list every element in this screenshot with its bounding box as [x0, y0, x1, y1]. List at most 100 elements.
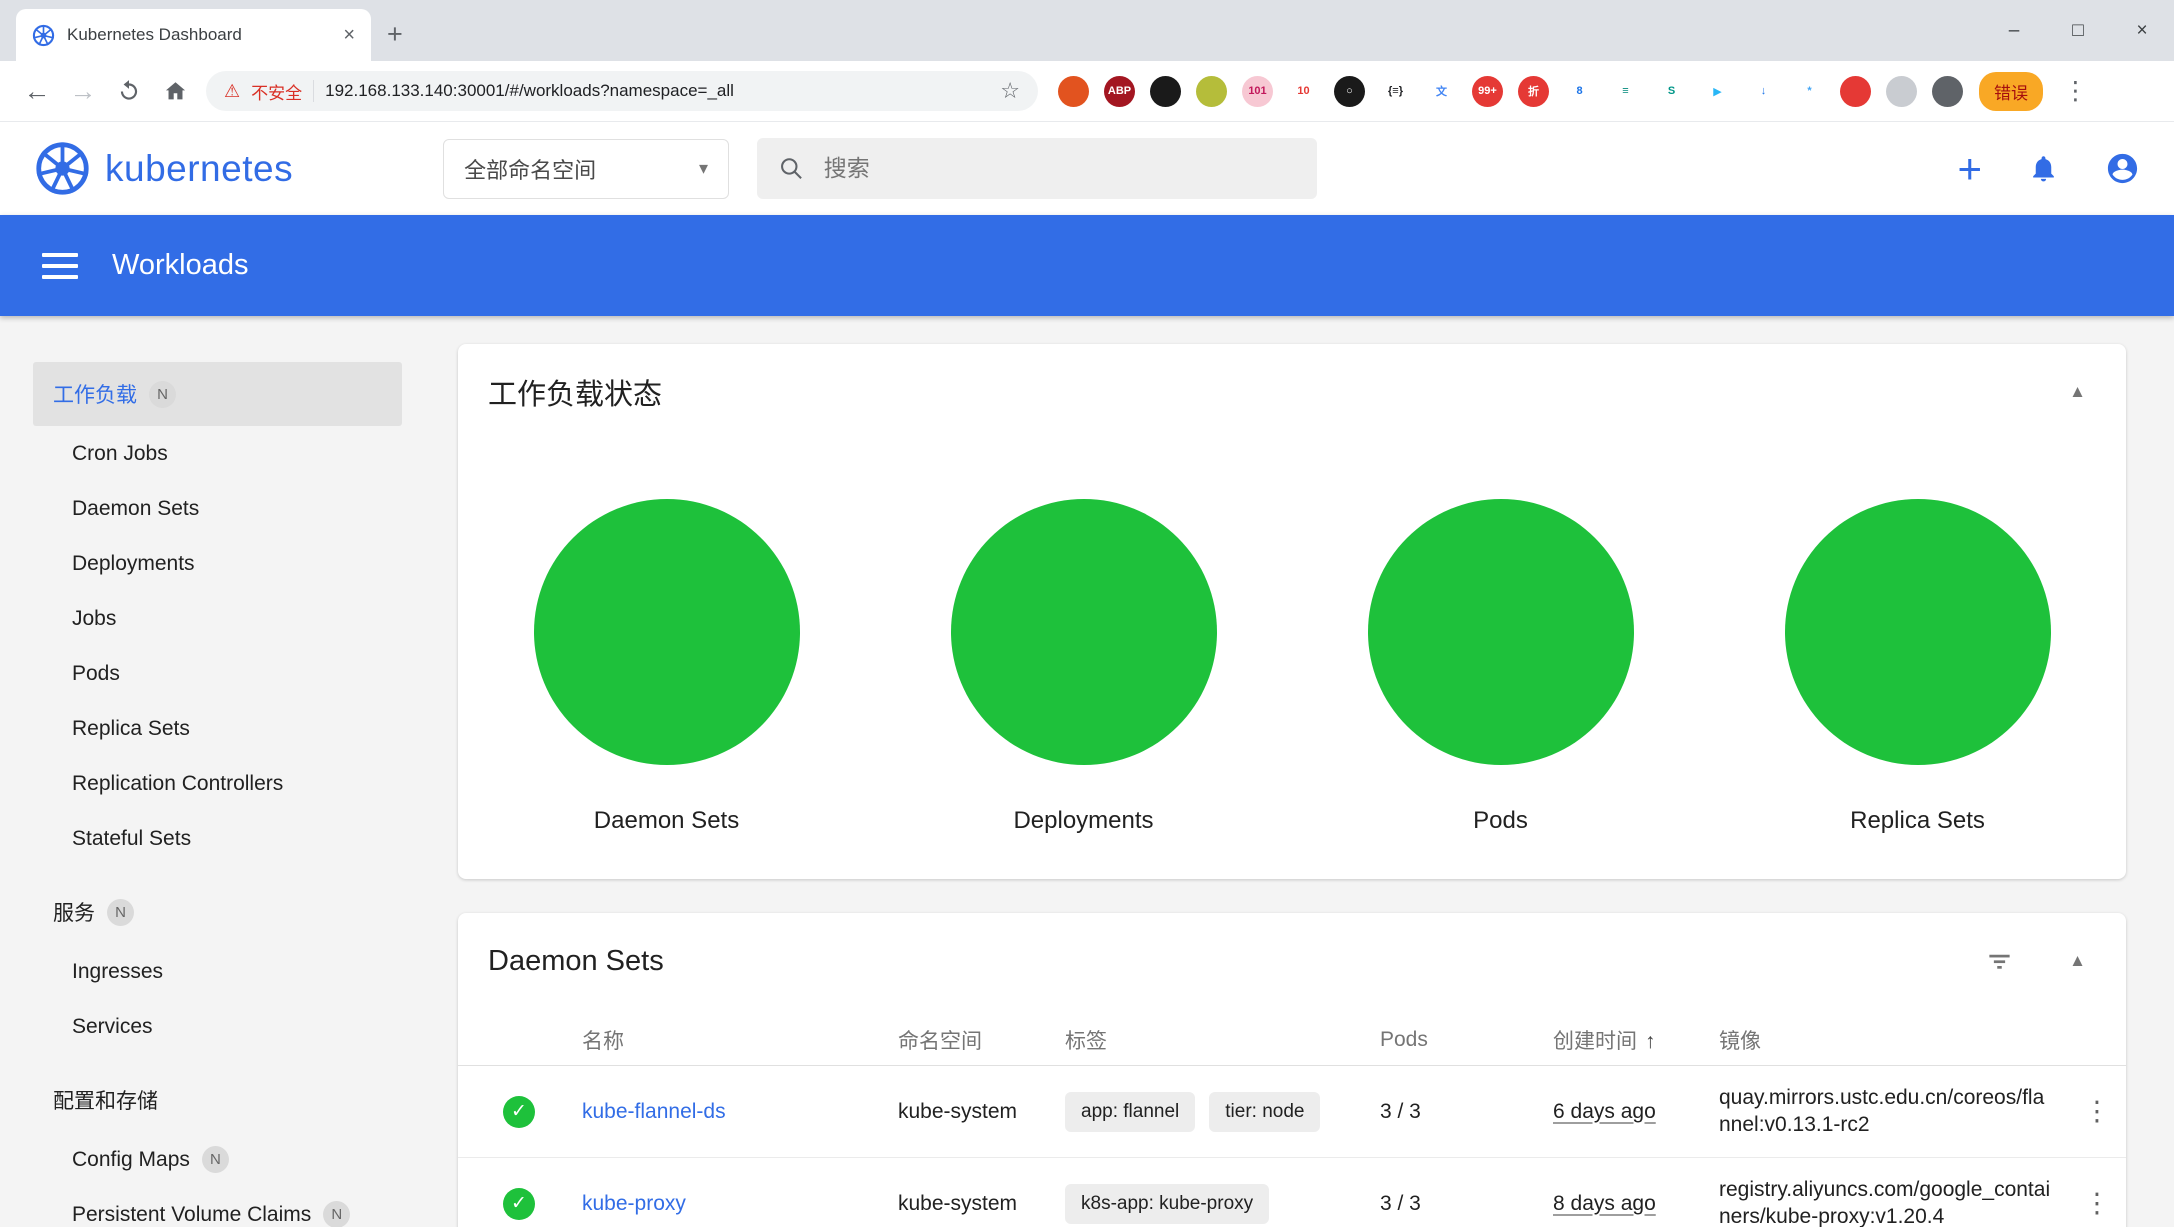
kubernetes-wheel-icon	[34, 140, 91, 197]
sidebar-item[interactable]: Jobs	[33, 591, 402, 646]
sidebar-item-label: 服务	[53, 897, 95, 927]
images-column-header[interactable]: 镜像	[1719, 1025, 2068, 1055]
maximize-button[interactable]: □	[2046, 0, 2110, 61]
name-column-header[interactable]: 名称	[582, 1025, 898, 1055]
sidebar-item[interactable]: Ingresses	[33, 944, 402, 999]
label-chip: tier: node	[1209, 1092, 1320, 1132]
namespace-selector[interactable]: 全部命名空间 ▾	[443, 139, 729, 199]
extension-icon[interactable]	[1886, 76, 1917, 107]
extension-icon[interactable]: ≡	[1610, 76, 1641, 107]
extension-icon[interactable]: S	[1656, 76, 1687, 107]
extension-icon[interactable]	[1058, 76, 1089, 107]
extension-icon[interactable]: ABP	[1104, 76, 1135, 107]
extension-icon[interactable]: 8	[1564, 76, 1595, 107]
pods-column-header[interactable]: Pods	[1380, 1028, 1553, 1052]
refresh-icon	[116, 78, 142, 104]
extension-icon[interactable]: 文	[1426, 76, 1457, 107]
hamburger-icon	[42, 253, 78, 257]
sidebar-item[interactable]: Cron Jobs	[33, 426, 402, 481]
table-row: ✓ kube-proxy kube-system k8s-app: kube-p…	[458, 1158, 2126, 1227]
extension-icon[interactable]	[1932, 76, 1963, 107]
home-icon	[162, 78, 189, 105]
extensions-row: ABP 101 10 ○ {≡} 文 99+ 折8 ≡ S ▶ ↓ *	[1058, 76, 1963, 107]
security-warning-label[interactable]: 不安全	[251, 79, 302, 104]
security-warning-icon[interactable]: ⚠	[224, 81, 240, 102]
labels-column-header[interactable]: 标签	[1065, 1025, 1380, 1055]
notifications-button[interactable]	[2028, 153, 2059, 184]
sidebar-item-label: Deployments	[72, 552, 195, 576]
age-cell: 8 days ago	[1553, 1192, 1656, 1215]
extension-icon[interactable]	[1196, 76, 1227, 107]
address-bar[interactable]: ⚠ 不安全 192.168.133.140:30001/#/workloads?…	[206, 71, 1038, 111]
created-column-header[interactable]: 创建时间↑	[1553, 1025, 1719, 1055]
extension-icon[interactable]	[1840, 76, 1871, 107]
sidebar-item-label: Services	[72, 1015, 153, 1039]
new-tab-button[interactable]: +	[387, 21, 403, 48]
collapse-button[interactable]: ▲	[2069, 951, 2086, 971]
browser-tab[interactable]: Kubernetes Dashboard ×	[16, 9, 371, 61]
extension-icon[interactable]: 99+	[1472, 76, 1503, 107]
sidebar-item-label: 配置和存储	[53, 1085, 158, 1115]
sidebar-item[interactable]: 配置和存储	[33, 1068, 402, 1132]
sidebar-item[interactable]: Replica Sets	[33, 701, 402, 756]
namespace-selected-value: 全部命名空间	[464, 153, 596, 185]
sidebar-item[interactable]: Config Maps N	[33, 1132, 402, 1187]
resource-link[interactable]: kube-flannel-ds	[582, 1100, 898, 1124]
menu-toggle-button[interactable]	[42, 253, 78, 279]
sidebar-item[interactable]: Daemon Sets	[33, 481, 402, 536]
row-menu-button[interactable]: ⋮	[2084, 1188, 2111, 1219]
status-donut-label: Daemon Sets	[594, 807, 739, 835]
search-input[interactable]	[824, 155, 1295, 182]
sidebar-item[interactable]: Replication Controllers	[33, 756, 402, 811]
sidebar-item-label: Ingresses	[72, 960, 163, 984]
sidebar-item-label: Config Maps	[72, 1148, 190, 1172]
bookmark-star-icon[interactable]: ☆	[1000, 78, 1020, 104]
status-ok-icon: ✓	[503, 1188, 535, 1220]
chevron-down-icon: ▾	[699, 158, 708, 179]
namespace-cell: kube-system	[898, 1100, 1065, 1124]
extension-icon[interactable]: 10	[1288, 76, 1319, 107]
extension-icon[interactable]: *	[1794, 76, 1825, 107]
resource-link[interactable]: kube-proxy	[582, 1192, 898, 1216]
sidebar-item[interactable]: Persistent Volume Claims N	[33, 1187, 402, 1227]
table-header-row: 名称 命名空间 标签 Pods 创建时间↑ 镜像	[458, 1014, 2126, 1066]
home-button[interactable]	[152, 68, 198, 114]
extension-icon[interactable]: 折	[1518, 76, 1549, 107]
extension-icon[interactable]: 101	[1242, 76, 1273, 107]
refresh-button[interactable]	[106, 68, 152, 114]
sidebar-item[interactable]: Services	[33, 999, 402, 1054]
sidebar-item[interactable]: 工作负载 N	[33, 362, 402, 426]
daemonsets-table: 名称 命名空间 标签 Pods 创建时间↑ 镜像 ✓	[458, 1014, 2126, 1227]
url-text[interactable]: 192.168.133.140:30001/#/workloads?namesp…	[325, 81, 989, 101]
collapse-button[interactable]: ▲	[2069, 382, 2086, 402]
extension-icon[interactable]: ▶	[1702, 76, 1733, 107]
back-button[interactable]: ←	[14, 68, 60, 114]
extension-icon[interactable]	[1150, 76, 1181, 107]
browser-menu-button[interactable]: ⋮	[2055, 76, 2096, 106]
sidebar-item[interactable]: Stateful Sets	[33, 811, 402, 866]
status-donut-label: Pods	[1473, 807, 1528, 835]
sidebar-item-label: Replica Sets	[72, 717, 190, 741]
sidebar-item[interactable]: Deployments	[33, 536, 402, 591]
create-resource-button[interactable]: +	[1957, 148, 1982, 190]
extension-icon[interactable]: {≡}	[1380, 76, 1411, 107]
account-button[interactable]	[2105, 151, 2140, 186]
status-ok-icon: ✓	[503, 1096, 535, 1128]
namespace-column-header[interactable]: 命名空间	[898, 1025, 1065, 1055]
status-donut	[1785, 499, 2051, 765]
forward-button[interactable]: →	[60, 68, 106, 114]
sidebar-item-label: Replication Controllers	[72, 772, 283, 796]
error-badge[interactable]: 错误	[1979, 72, 2043, 111]
status-donuts: Daemon Sets Deployments Pods Replica Set…	[458, 499, 2126, 835]
kubernetes-logo[interactable]: kubernetes	[34, 140, 293, 197]
row-menu-button[interactable]: ⋮	[2084, 1096, 2111, 1127]
sidebar-item[interactable]: Pods	[33, 646, 402, 701]
close-button[interactable]: ×	[2110, 0, 2174, 61]
tab-close-icon[interactable]: ×	[343, 24, 355, 47]
label-chip: k8s-app: kube-proxy	[1065, 1184, 1269, 1224]
extension-icon[interactable]: ↓	[1748, 76, 1779, 107]
filter-button[interactable]	[1986, 948, 2013, 975]
extension-icon[interactable]: ○	[1334, 76, 1365, 107]
sidebar-item[interactable]: 服务 N	[33, 880, 402, 944]
minimize-button[interactable]: –	[1982, 0, 2046, 61]
